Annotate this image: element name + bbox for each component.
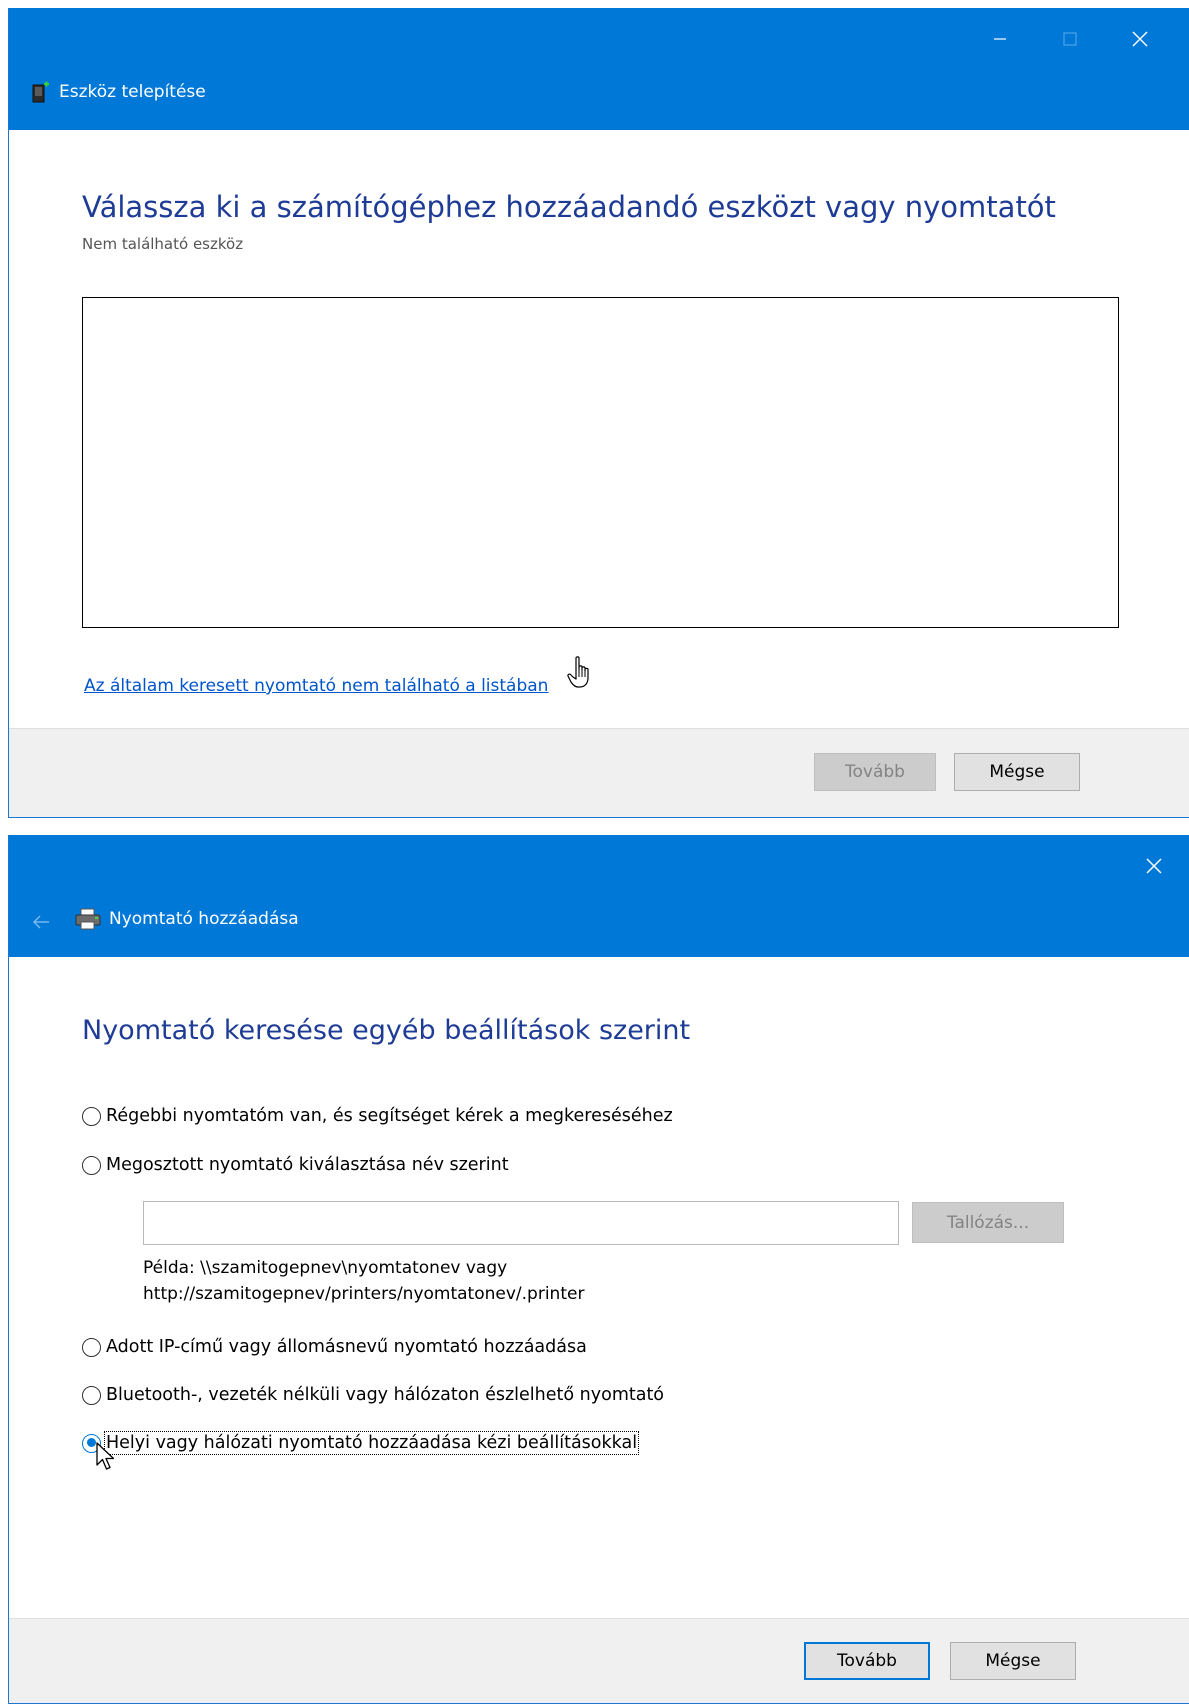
- minimize-icon: [994, 38, 1006, 40]
- cancel-button[interactable]: Mégse: [954, 753, 1080, 791]
- title-bar: Eszköz telepítése: [9, 8, 1189, 130]
- page-heading: Nyomtató keresése egyéb beállítások szer…: [82, 1015, 691, 1046]
- add-printer-window: Nyomtató hozzáadása Nyomtató keresése eg…: [8, 835, 1189, 1704]
- footer-bar: Tovább Mégse: [9, 1618, 1189, 1703]
- next-button[interactable]: Tovább: [804, 1642, 930, 1680]
- window-title-text: Eszköz telepítése: [59, 82, 206, 102]
- maximize-icon: [1063, 32, 1077, 46]
- footer-bar: Tovább Mégse: [9, 728, 1189, 817]
- close-button[interactable]: [1119, 835, 1189, 897]
- page-heading: Válassza ki a számítógéphez hozzáadandó …: [82, 190, 1056, 224]
- option-ip-hostname-radio[interactable]: [82, 1337, 101, 1357]
- next-button[interactable]: Tovább: [814, 753, 936, 791]
- browse-button[interactable]: Tallózás...: [912, 1202, 1064, 1243]
- printer-icon: [75, 908, 101, 930]
- device-list[interactable]: [82, 297, 1119, 628]
- arrow-pointer-icon: [96, 1442, 115, 1470]
- close-icon: [1146, 858, 1162, 874]
- title-bar: Nyomtató hozzáadása: [9, 835, 1189, 957]
- device-setup-icon: [31, 81, 51, 103]
- option-local-manual-label: Helyi vagy hálózati nyomtató hozzáadása …: [103, 1431, 640, 1455]
- option-bluetooth-wireless-label: Bluetooth-, vezeték nélküli vagy hálózat…: [106, 1385, 665, 1405]
- option-ip-hostname-label: Adott IP-című vagy állomásnevű nyomtató …: [106, 1337, 587, 1357]
- option-older-printer[interactable]: Régebbi nyomtatóm van, és segítséget kér…: [82, 1106, 673, 1126]
- window-title: Nyomtató hozzáadása: [75, 908, 299, 930]
- window-title-text: Nyomtató hozzáadása: [109, 909, 299, 929]
- back-arrow-icon: [33, 915, 49, 929]
- option-older-printer-radio[interactable]: [82, 1106, 101, 1126]
- option-shared-printer-radio[interactable]: [82, 1155, 101, 1175]
- option-shared-printer[interactable]: Megosztott nyomtató kiválasztása név sze…: [82, 1155, 509, 1175]
- option-bluetooth-wireless[interactable]: Bluetooth-, vezeték nélküli vagy hálózat…: [82, 1385, 664, 1405]
- option-older-printer-label: Régebbi nyomtatóm van, és segítséget kér…: [106, 1106, 673, 1126]
- shared-printer-name-field[interactable]: [143, 1201, 899, 1245]
- option-ip-hostname[interactable]: Adott IP-című vagy állomásnevű nyomtató …: [82, 1337, 587, 1357]
- example-line-1: Példa: \\szamitogepnev\nyomtatonev vagy: [143, 1258, 508, 1278]
- option-bluetooth-wireless-radio[interactable]: [82, 1385, 101, 1405]
- option-shared-printer-label: Megosztott nyomtató kiválasztása név sze…: [106, 1155, 509, 1175]
- hand-pointer-icon: [567, 656, 589, 688]
- minimize-button[interactable]: [965, 8, 1035, 70]
- printer-not-listed-link[interactable]: Az általam keresett nyomtató nem találha…: [84, 676, 548, 696]
- example-line-2: http://szamitogepnev/printers/nyomtatone…: [143, 1284, 585, 1304]
- example-text: Példa: \\szamitogepnev\nyomtatonev vagy …: [143, 1255, 584, 1307]
- device-setup-window: Eszköz telepítése Válassza ki a számítóg…: [8, 8, 1189, 818]
- option-local-manual[interactable]: Helyi vagy hálózati nyomtató hozzáadása …: [82, 1431, 640, 1455]
- close-button[interactable]: [1105, 8, 1175, 70]
- window-title: Eszköz telepítése: [31, 81, 206, 103]
- status-text: Nem található eszköz: [82, 235, 244, 253]
- cancel-button[interactable]: Mégse: [950, 1642, 1076, 1680]
- maximize-button[interactable]: [1035, 8, 1105, 70]
- back-button[interactable]: [21, 902, 61, 942]
- close-icon: [1132, 31, 1148, 47]
